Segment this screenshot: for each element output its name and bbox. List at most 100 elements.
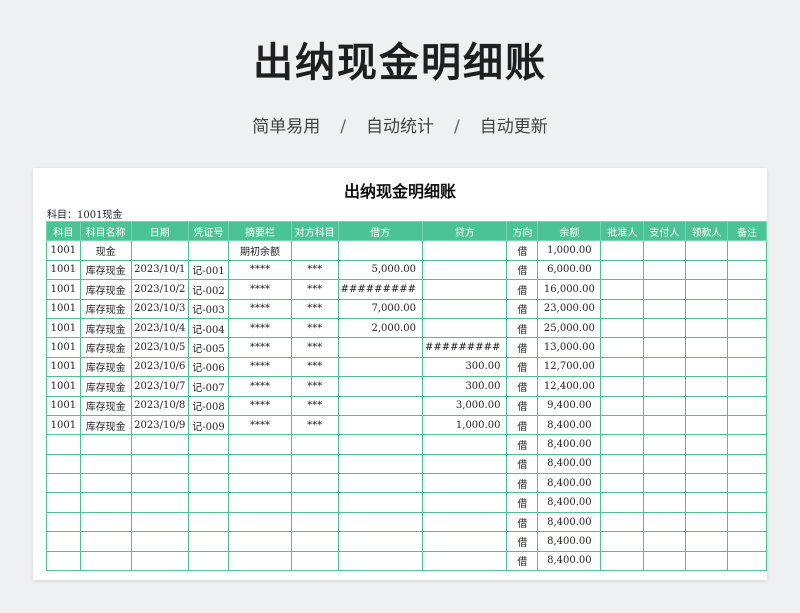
col-direction-cell: 借 [506, 550, 539, 572]
col-remarks-cell [727, 414, 767, 436]
col-recipient-cell [684, 511, 729, 533]
table-row: 借 8,400.00 [46, 511, 767, 533]
col-remarks-cell [727, 511, 767, 533]
col-voucher-cell: 记-008 [187, 395, 230, 416]
col-debit-cell [337, 492, 424, 513]
col-remarks-header: 备注 [727, 220, 767, 242]
sheet-title: 出纳现金明细账 [343, 182, 456, 201]
col-summary-cell: **** [228, 259, 292, 281]
col-payer-cell [643, 298, 686, 319]
col-approver-cell [600, 317, 645, 339]
table-row: 1001 现金 期初余额 借 1,000.00 [46, 240, 767, 261]
col-voucher-cell [187, 492, 230, 513]
col-payer-cell [643, 356, 686, 378]
col-direction-cell: 借 [506, 337, 539, 358]
col-voucher-cell [187, 511, 230, 533]
col-subject-cell: 1001 [46, 240, 81, 261]
page-title: 出纳现金明细账 [253, 40, 547, 86]
col-date-cell: 2023/10/5 [130, 337, 189, 358]
col-direction-cell: 借 [506, 473, 539, 494]
col-direction-header: 方向 [506, 220, 539, 242]
col-credit-cell [422, 531, 508, 552]
col-remarks-cell [727, 492, 767, 513]
col-voucher-header: 凭证号 [187, 220, 230, 242]
col-recipient-cell [684, 376, 729, 397]
col-payer-cell [643, 259, 686, 281]
table-row: 借 8,400.00 [46, 453, 767, 475]
col-voucher-cell [187, 453, 230, 475]
col-date-cell: 2023/10/4 [130, 317, 189, 339]
col-summary-cell [228, 434, 292, 455]
col-subject-cell [46, 453, 81, 475]
col-subject-name-header: 科目名称 [79, 220, 132, 242]
col-direction-cell: 借 [506, 453, 539, 475]
col-approver-cell [600, 356, 645, 378]
table-row: 借 8,400.00 [46, 492, 767, 513]
tag-separator: / [454, 117, 460, 137]
col-voucher-cell [187, 531, 230, 552]
col-summary-cell: **** [228, 337, 292, 358]
col-payer-cell [643, 337, 686, 358]
col-date-cell: 2023/10/1 [130, 259, 189, 281]
col-approver-cell [600, 376, 645, 397]
col-payer-cell [643, 531, 686, 552]
col-date-cell [130, 453, 189, 475]
col-recipient-cell [684, 279, 729, 300]
col-credit-cell: 1,000.00 [422, 414, 508, 436]
col-payer-cell [643, 550, 686, 572]
col-balance-cell: 23,000.00 [537, 298, 602, 319]
col-credit-cell [422, 550, 508, 572]
col-direction-cell: 借 [506, 492, 539, 513]
col-recipient-cell [684, 395, 729, 416]
table-row: 借 8,400.00 [46, 473, 767, 494]
col-counter-account-cell: *** [290, 414, 339, 436]
col-credit-cell [422, 259, 508, 281]
col-summary-cell [228, 550, 292, 572]
col-debit-cell: 7,000.00 [337, 298, 424, 319]
col-voucher-cell [187, 550, 230, 572]
col-date-cell: 2023/10/2 [130, 279, 189, 300]
col-balance-cell: 12,700.00 [537, 356, 602, 378]
col-voucher-cell [187, 434, 230, 455]
col-balance-cell: 12,400.00 [537, 376, 602, 397]
col-remarks-cell [727, 395, 767, 416]
col-subject-name-cell: 库存现金 [79, 259, 132, 281]
col-subject-cell [46, 492, 81, 513]
tag-auto-update: 自动更新 [479, 117, 548, 137]
col-summary-cell: **** [228, 356, 292, 378]
table-row: 1001 库存现金 2023/10/5 记-005 **** *** ######### 借 1… [46, 337, 767, 358]
col-recipient-header: 领款人 [684, 220, 729, 242]
spreadsheet-preview: 出纳现金明细账 科目：1001现金 科目 科目名称 日期 凭证号 摘要栏 对方科目 借方 贷方… [33, 168, 767, 580]
col-balance-cell: 9,400.00 [537, 395, 602, 416]
col-subject-name-cell [79, 453, 132, 475]
col-subject-cell: 1001 [46, 395, 81, 416]
col-debit-cell: ######### [337, 279, 424, 300]
col-recipient-cell [684, 356, 729, 378]
col-counter-account-cell [290, 531, 339, 552]
col-subject-name-cell: 库存现金 [79, 298, 132, 319]
col-date-cell [130, 531, 189, 552]
col-remarks-cell [727, 473, 767, 494]
col-payer-cell [643, 511, 686, 533]
col-voucher-cell: 记-002 [187, 279, 230, 300]
col-approver-cell [600, 434, 645, 455]
col-date-cell [130, 240, 189, 261]
col-approver-cell [600, 298, 645, 319]
col-counter-account-cell [290, 511, 339, 533]
col-summary-cell: **** [228, 414, 292, 436]
col-counter-account-cell: *** [290, 337, 339, 358]
col-counter-account-cell [290, 550, 339, 572]
col-payer-cell [643, 395, 686, 416]
col-approver-cell [600, 531, 645, 552]
col-subject-name-cell [79, 434, 132, 455]
col-credit-cell [422, 453, 508, 475]
col-recipient-cell [684, 492, 729, 513]
col-balance-cell: 13,000.00 [537, 337, 602, 358]
col-counter-account-cell: *** [290, 356, 339, 378]
col-approver-cell [600, 259, 645, 281]
col-recipient-cell [684, 531, 729, 552]
col-credit-cell: ######### [422, 337, 508, 358]
col-debit-cell [337, 434, 424, 455]
col-direction-cell: 借 [506, 356, 539, 378]
col-direction-cell: 借 [506, 376, 539, 397]
